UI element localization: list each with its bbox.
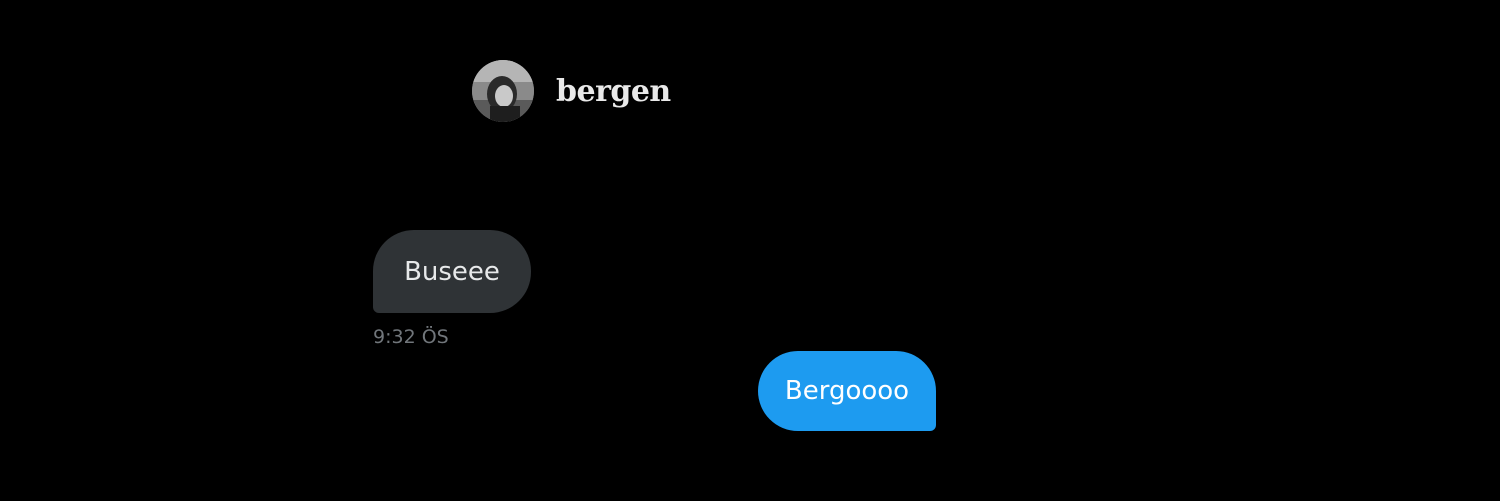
incoming-message-bubble[interactable]: Buseee bbox=[373, 230, 531, 313]
message-text: Bergoooo bbox=[784, 376, 910, 406]
conversation-header: bergen bbox=[472, 60, 671, 122]
outgoing-message-bubble[interactable]: Bergoooo bbox=[758, 351, 936, 431]
contact-avatar[interactable] bbox=[472, 60, 534, 122]
contact-name[interactable]: bergen bbox=[556, 74, 671, 109]
message-timestamp: 9:32 ÖS bbox=[373, 326, 449, 348]
profile-photo-icon bbox=[472, 60, 534, 122]
message-text: Buseee bbox=[404, 256, 500, 287]
